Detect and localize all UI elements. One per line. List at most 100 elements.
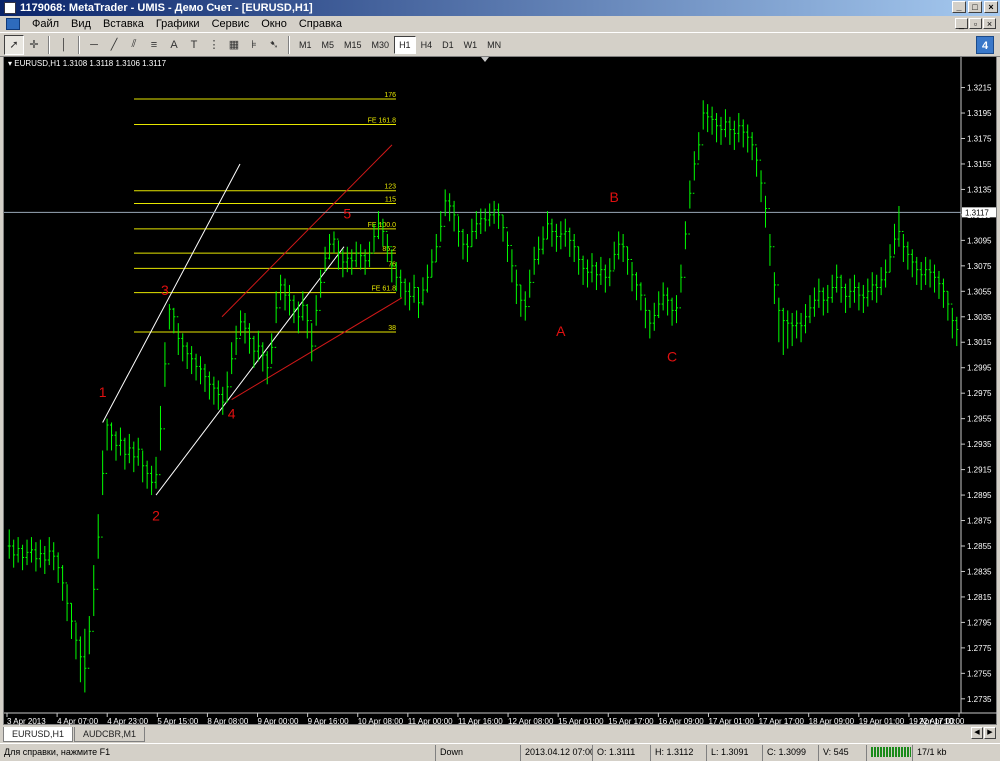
timeframe-mn[interactable]: MN — [482, 36, 506, 54]
wave-label: 5 — [343, 206, 351, 222]
cursor-icon[interactable]: ➚ — [4, 34, 24, 55]
status-high: H: 1.3112 — [650, 744, 706, 761]
arrows-icon[interactable]: ➷ — [264, 35, 284, 55]
time-tick-label: 11 Apr 00:00 — [408, 717, 453, 726]
price-tick-label: 1.2815 — [967, 593, 992, 602]
minimize-icon[interactable]: _ — [952, 1, 966, 13]
fibo-level-label: FE 161.8 — [368, 117, 397, 124]
timeframe-m15[interactable]: M15 — [339, 36, 367, 54]
timeframe-m1[interactable]: M1 — [294, 36, 317, 54]
price-chart[interactable]: 1.32151.31951.31751.31551.31351.31151.30… — [4, 57, 998, 726]
menu-tools[interactable]: Сервис — [206, 18, 256, 30]
menu-insert[interactable]: Вставка — [97, 18, 150, 30]
chart-minimize-icon[interactable]: _ — [955, 18, 968, 29]
tab-eurusd-h1[interactable]: EURUSD,H1 — [3, 727, 74, 742]
help-icon[interactable]: 4 — [976, 36, 994, 54]
price-tick-label: 1.3195 — [967, 109, 992, 118]
trendline-icon[interactable]: ╱ — [104, 35, 124, 55]
wave-label: 2 — [152, 508, 160, 524]
price-tick-label: 1.3215 — [967, 84, 992, 93]
chart-restore-icon[interactable]: ▫ — [969, 18, 982, 29]
scroll-left-icon[interactable]: ◀ — [971, 727, 983, 739]
price-tick-label: 1.2755 — [967, 669, 992, 678]
toolbar-separator — [288, 35, 290, 54]
price-tick-label: 1.3035 — [967, 313, 992, 322]
price-tick-label: 1.2775 — [967, 644, 992, 653]
tab-scroll: ◀ ▶ — [971, 727, 996, 739]
price-tick-label: 1.2915 — [967, 466, 992, 475]
tab-audcbr-m1[interactable]: AUDCBR,M1 — [74, 727, 146, 742]
price-tick-label: 1.2735 — [967, 695, 992, 704]
price-tick-label: 1.2795 — [967, 618, 992, 627]
timeframe-h1[interactable]: H1 — [394, 35, 416, 54]
menu-window[interactable]: Окно — [255, 18, 293, 30]
gann-icon[interactable]: ▦ — [224, 35, 244, 55]
time-tick-label: 16 Apr 09:00 — [658, 717, 704, 726]
toolbar-separator — [78, 35, 80, 54]
timeframe-m5[interactable]: M5 — [317, 36, 340, 54]
fibonacci-icon[interactable]: ≡ — [144, 35, 164, 55]
timeframe-m30[interactable]: M30 — [367, 36, 395, 54]
menu-help[interactable]: Справка — [293, 18, 348, 30]
price-tick-label: 1.3015 — [967, 338, 992, 347]
menu-charts[interactable]: Графики — [150, 18, 206, 30]
chart-tabs: EURUSD,H1 AUDCBR,M1 ◀ ▶ — [0, 726, 1000, 742]
time-tick-label: 15 Apr 17:00 — [608, 717, 654, 726]
crosshair-icon[interactable]: ✛ — [24, 35, 44, 55]
toolbar-separator — [48, 35, 50, 54]
price-tick-label: 1.2835 — [967, 567, 992, 576]
status-profile: Down — [435, 744, 520, 761]
chart-window-controls: _ ▫ × — [955, 18, 996, 29]
close-icon[interactable]: × — [984, 1, 998, 13]
price-tick-label: 1.2895 — [967, 491, 992, 500]
fibo-level-label: FE 61.8 — [371, 286, 396, 293]
window-controls: _ □ × — [952, 1, 998, 13]
chart-area[interactable]: 1.32151.31951.31751.31551.31351.31151.30… — [3, 56, 998, 726]
wave-label: A — [556, 323, 566, 339]
menu-view[interactable]: Вид — [65, 18, 97, 30]
equidistant-channel-icon[interactable]: ⫽ — [124, 35, 144, 55]
time-tick-label: 3 Apr 2013 — [7, 717, 46, 726]
status-traffic: 17/1 kb — [912, 744, 1000, 761]
maximize-icon[interactable]: □ — [968, 1, 982, 13]
price-tick-label: 1.2955 — [967, 415, 992, 424]
time-tick-label: 4 Apr 23:00 — [107, 717, 148, 726]
price-tick-label: 1.2935 — [967, 440, 992, 449]
connection-bars-icon — [866, 744, 912, 761]
fibonacci-fan-icon[interactable]: ⋮ — [204, 35, 224, 55]
vertical-line-icon[interactable]: │ — [54, 35, 74, 55]
scroll-right-icon[interactable]: ▶ — [984, 727, 996, 739]
time-tick-label: 17 Apr 01:00 — [708, 717, 754, 726]
price-tick-label: 1.3095 — [967, 236, 992, 245]
price-tick-label: 1.3135 — [967, 185, 992, 194]
price-tick-label: 1.3175 — [967, 134, 992, 143]
wave-label: 1 — [99, 384, 107, 400]
timeframe-w1[interactable]: W1 — [459, 36, 483, 54]
fibonacci-expansion-icon[interactable]: ⊧ — [244, 35, 264, 55]
wave-label: C — [667, 348, 677, 364]
chart-close-icon[interactable]: × — [983, 18, 996, 29]
current-price-label: 1.3117 — [965, 208, 989, 217]
menu-file[interactable]: Файл — [26, 18, 65, 30]
chart-window-icon[interactable] — [6, 18, 20, 30]
time-tick-label: 19 Apr 01:00 — [859, 717, 905, 726]
time-tick-label: 17 Apr 17:00 — [759, 717, 805, 726]
price-tick-label: 1.3055 — [967, 287, 992, 296]
app-icon — [4, 2, 16, 14]
metatrader-window: 1179068: MetaTrader - UMIS - Демо Счет -… — [0, 0, 1000, 761]
timeframe-h4[interactable]: H4 — [416, 36, 438, 54]
text-icon[interactable]: A — [164, 35, 184, 55]
text-label-icon[interactable]: T — [184, 35, 204, 55]
time-tick-label: 9 Apr 16:00 — [308, 717, 349, 726]
status-bar: Для справки, нажмите F1 Down 2013.04.12 … — [0, 743, 1000, 761]
timeframe-d1[interactable]: D1 — [437, 36, 459, 54]
status-volume: V: 545 — [818, 744, 866, 761]
menu-bar: Файл Вид Вставка Графики Сервис Окно Спр… — [0, 16, 1000, 33]
time-tick-label: 4 Apr 07:00 — [57, 717, 98, 726]
fibo-level-label: 123 — [384, 184, 396, 191]
channel-line-upper — [102, 163, 241, 423]
time-tick-label: 10 Apr 08:00 — [358, 717, 404, 726]
time-tick-label: 9 Apr 00:00 — [258, 717, 299, 726]
horizontal-line-icon[interactable]: ─ — [84, 35, 104, 55]
fibo-level-label: 115 — [385, 196, 396, 203]
